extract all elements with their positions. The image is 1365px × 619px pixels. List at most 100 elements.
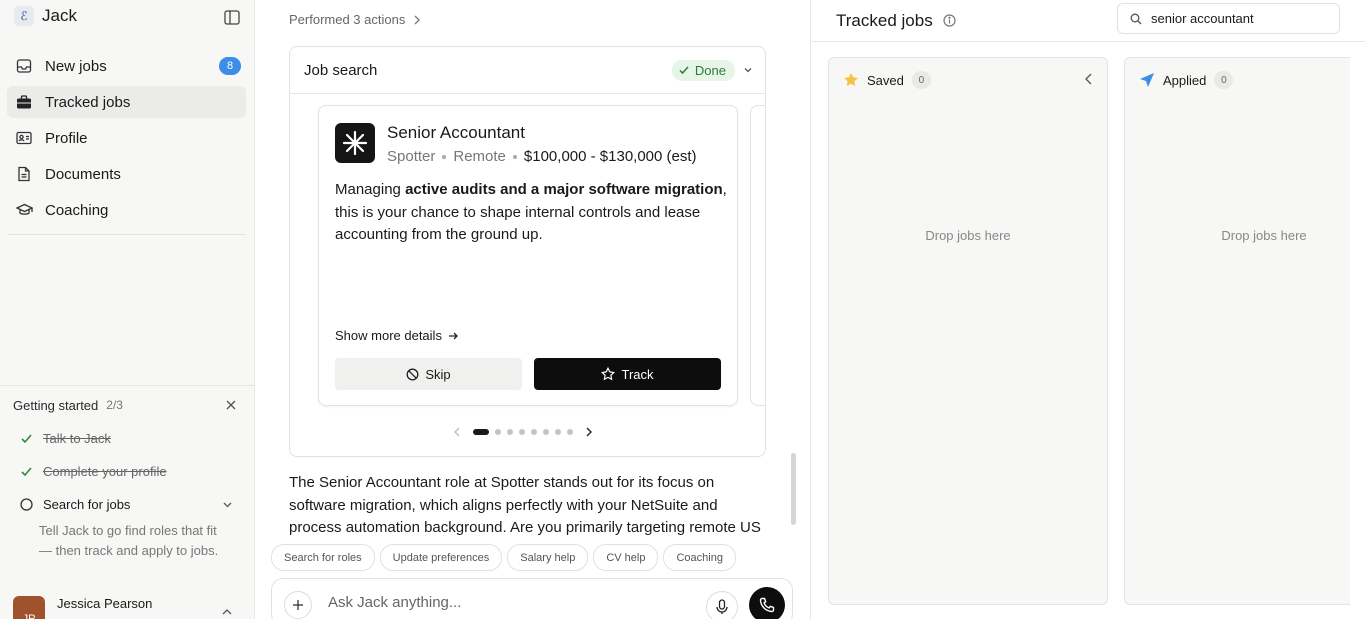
sidebar-item-coaching[interactable]: Coaching [7, 194, 246, 226]
brand[interactable]: ℰ Jack [14, 6, 77, 26]
star-icon [844, 73, 858, 86]
id-card-icon [15, 129, 33, 147]
star-icon [601, 367, 616, 381]
pager-dot[interactable] [567, 429, 573, 435]
job-search-header[interactable]: Job search Done [290, 47, 765, 94]
step-search-for-jobs[interactable]: Search for jobs [13, 497, 241, 512]
chip-salary-help[interactable]: Salary help [507, 544, 589, 571]
sidebar-item-tracked-jobs[interactable]: Tracked jobs [7, 86, 246, 118]
next-job-card-peek[interactable] [750, 105, 766, 406]
chevron-left-icon[interactable] [1084, 73, 1093, 85]
sidebar-item-label: Coaching [45, 201, 109, 219]
jack-logo-icon: ℰ [14, 6, 34, 26]
carousel-pager [450, 425, 596, 439]
column-header: Saved 0 [843, 71, 931, 89]
divider [7, 234, 246, 235]
user-name: Jessica Pearson [57, 595, 153, 611]
pager-dot[interactable] [495, 429, 501, 435]
chevron-right-icon [414, 15, 421, 24]
chip-coaching[interactable]: Coaching [663, 544, 736, 571]
column-count-badge: 0 [911, 71, 931, 89]
brand-name: Jack [42, 6, 77, 25]
sidebar-item-new-jobs[interactable]: New jobs 8 [7, 50, 246, 82]
job-search-card: Job search Done Senior Accountant Spotte… [289, 46, 766, 457]
briefcase-icon [15, 93, 33, 111]
plus-icon [293, 600, 303, 610]
company-name: Spotter [387, 148, 436, 165]
sidebar-item-profile[interactable]: Profile [7, 122, 246, 154]
step-talk-to-jack[interactable]: Talk to Jack [13, 430, 241, 446]
job-salary: $100,000 - $130,000 (est) [523, 148, 697, 165]
chevron-right-icon[interactable] [582, 425, 596, 439]
show-more-details-link[interactable]: Show more details [335, 328, 459, 343]
track-button[interactable]: Track [534, 358, 721, 390]
step-label: Complete your profile [43, 463, 167, 479]
assistant-message: The Senior Accountant role at Spotter st… [289, 474, 761, 536]
column-header: Applied 0 [1139, 71, 1234, 89]
sidebar: ℰ Jack New jobs 8 Tracked jobs Profile D… [0, 0, 255, 619]
chip-search-for-roles[interactable]: Search for roles [271, 544, 375, 571]
column-label: Applied [1163, 72, 1207, 88]
separator-dot [512, 154, 517, 159]
step-description: Tell Jack to go find roles that fit — th… [39, 523, 219, 558]
separator-dot [442, 154, 447, 159]
microphone-button[interactable] [706, 591, 738, 619]
sidebar-item-label: Documents [45, 165, 121, 183]
chevron-down-icon[interactable] [743, 65, 753, 75]
search-icon [1130, 13, 1142, 24]
avatar: JP [13, 596, 45, 619]
column-applied: Applied 0 Drop jobs here [1124, 57, 1350, 605]
pager-dot[interactable] [555, 429, 561, 435]
phone-icon [759, 597, 775, 613]
step-complete-profile[interactable]: Complete your profile [13, 463, 241, 479]
sidebar-item-label: New jobs [45, 57, 107, 75]
chip-cv-help[interactable]: CV help [593, 544, 659, 571]
composer [271, 578, 793, 619]
search-input[interactable] [1151, 11, 1331, 26]
skip-button[interactable]: Skip [335, 358, 522, 390]
close-icon[interactable] [224, 398, 238, 412]
pager-dot[interactable] [543, 429, 549, 435]
chat-input[interactable] [328, 594, 688, 611]
skip-label: Skip [425, 366, 451, 382]
graduation-cap-icon [15, 201, 33, 219]
pager-dot[interactable] [473, 429, 489, 435]
scrollbar[interactable] [791, 453, 796, 525]
info-icon[interactable] [943, 14, 956, 27]
pager-dot[interactable] [507, 429, 513, 435]
add-attachment-button[interactable] [284, 591, 312, 619]
microphone-icon [716, 599, 728, 614]
track-label: Track [621, 366, 654, 382]
chevron-left-icon[interactable] [450, 425, 464, 439]
chat-panel: Performed 3 actions Job search Done Seni… [255, 0, 811, 619]
sidebar-item-label: Profile [45, 129, 88, 147]
column-count-badge: 0 [1214, 71, 1234, 89]
job-description-highlight: active audits and a major software migra… [405, 181, 723, 198]
drop-zone-hint[interactable]: Drop jobs here [829, 228, 1107, 243]
step-label: Talk to Jack [43, 430, 111, 446]
chip-update-preferences[interactable]: Update preferences [379, 544, 503, 571]
pager-dot[interactable] [519, 429, 525, 435]
sidebar-item-documents[interactable]: Documents [7, 158, 246, 190]
sidebar-nav: New jobs 8 Tracked jobs Profile Document… [7, 50, 246, 230]
send-icon [1140, 73, 1154, 87]
sidebar-item-label: Tracked jobs [45, 93, 131, 111]
job-card: Senior Accountant Spotter Remote $100,00… [318, 105, 738, 406]
status-label: Done [694, 62, 726, 78]
chevron-up-icon[interactable] [220, 608, 234, 619]
performed-actions-toggle[interactable]: Performed 3 actions [289, 12, 421, 27]
performed-actions-label: Performed 3 actions [289, 12, 406, 27]
chevron-down-icon[interactable] [222, 499, 233, 510]
inbox-icon [15, 57, 33, 75]
user-menu[interactable]: JP Jessica Pearson [13, 596, 152, 619]
sidebar-toggle-icon[interactable] [224, 10, 240, 25]
column-label: Saved [867, 72, 904, 88]
job-title: Senior Accountant [387, 123, 525, 142]
document-icon [15, 165, 33, 183]
voice-call-button[interactable] [749, 587, 785, 619]
check-icon [679, 66, 689, 75]
pager-dot[interactable] [531, 429, 537, 435]
getting-started-title: Getting started [13, 397, 99, 413]
drop-zone-hint[interactable]: Drop jobs here [1125, 228, 1365, 243]
company-logo-icon [335, 123, 375, 163]
